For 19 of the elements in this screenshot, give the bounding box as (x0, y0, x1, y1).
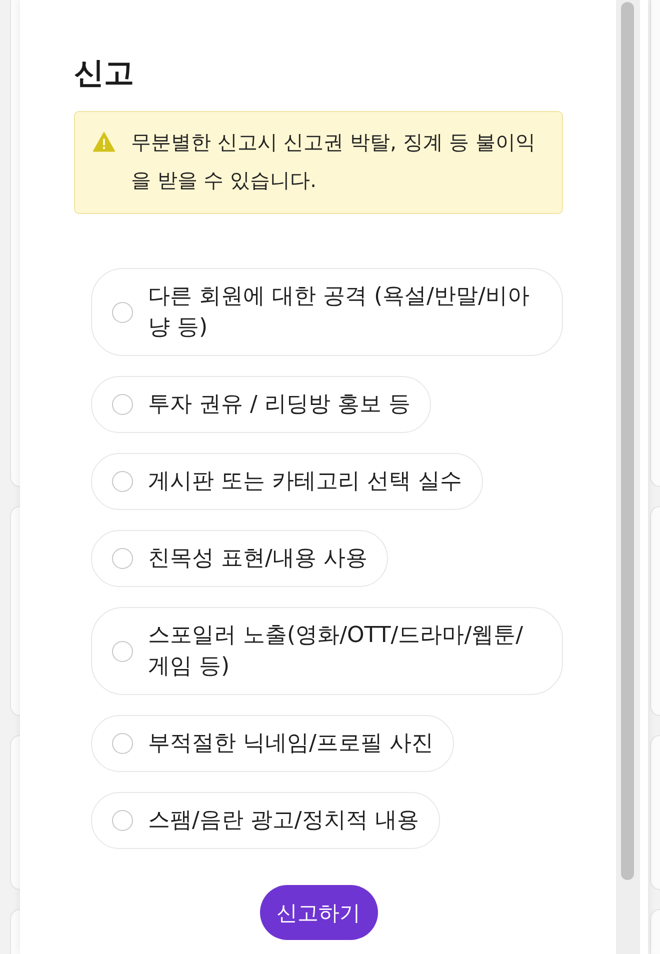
dialog-title: 신고 (74, 55, 135, 93)
radio-icon[interactable] (112, 810, 133, 831)
report-option[interactable]: 스팸/음란 광고/정치적 내용 (91, 792, 440, 849)
scrollbar-thumb[interactable] (621, 2, 634, 880)
radio-icon[interactable] (112, 302, 133, 322)
report-option[interactable]: 게시판 또는 카테고리 선택 실수 (91, 453, 483, 510)
report-option[interactable]: 부적절한 닉네임/프로필 사진 (91, 715, 454, 772)
report-option[interactable]: 스포일러 노출(영화/OTT/드라마/웹툰/게임 등) (91, 607, 563, 695)
report-option[interactable]: 친목성 표현/내용 사용 (91, 530, 388, 587)
radio-icon[interactable] (112, 394, 133, 415)
warning-icon (93, 132, 115, 152)
warning-text: 무분별한 신고시 신고권 박탈, 징계 등 불이익을 받을 수 있습니다. (131, 129, 537, 194)
report-option[interactable]: 다른 회원에 대한 공격 (욕설/반말/비아냥 등) (91, 268, 563, 356)
radio-icon[interactable] (112, 733, 133, 754)
radio-icon[interactable] (112, 548, 133, 569)
report-button[interactable]: 신고하기 (260, 885, 378, 940)
radio-icon[interactable] (112, 471, 133, 492)
report-option[interactable]: 투자 권유 / 리딩방 홍보 등 (91, 376, 432, 433)
radio-icon[interactable] (112, 640, 133, 662)
